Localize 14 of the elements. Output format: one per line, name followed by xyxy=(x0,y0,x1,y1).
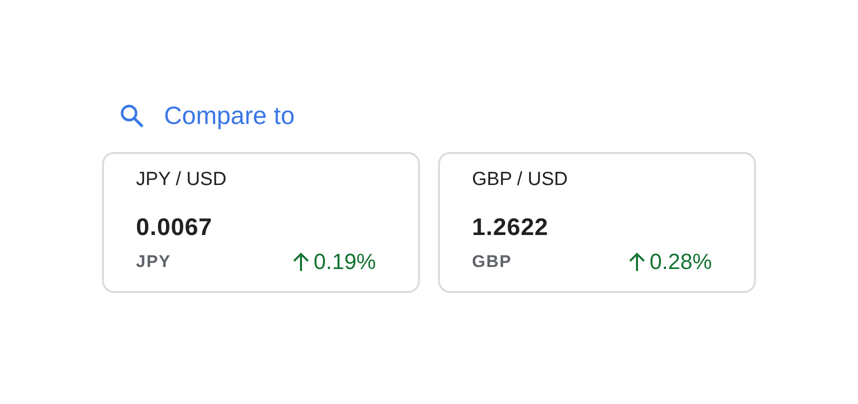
change-value: 0.19% xyxy=(314,249,376,275)
currency-pair: GBP / USD xyxy=(472,168,568,192)
exchange-rate: 0.0067 xyxy=(136,213,212,243)
currency-code: JPY xyxy=(136,252,172,272)
up-arrow-icon xyxy=(628,252,646,272)
currency-code: GBP xyxy=(472,252,512,272)
currency-card[interactable]: GBP / USD 1.2622 GBP 0.28% xyxy=(438,152,756,293)
currency-card[interactable]: JPY / USD 0.0067 JPY 0.19% xyxy=(102,152,420,293)
search-icon xyxy=(118,102,146,130)
up-arrow-icon xyxy=(292,252,310,272)
compare-button[interactable]: Compare to xyxy=(102,98,295,134)
change-value: 0.28% xyxy=(650,249,712,275)
exchange-rate: 1.2622 xyxy=(472,213,548,243)
currency-pair: JPY / USD xyxy=(136,168,226,192)
